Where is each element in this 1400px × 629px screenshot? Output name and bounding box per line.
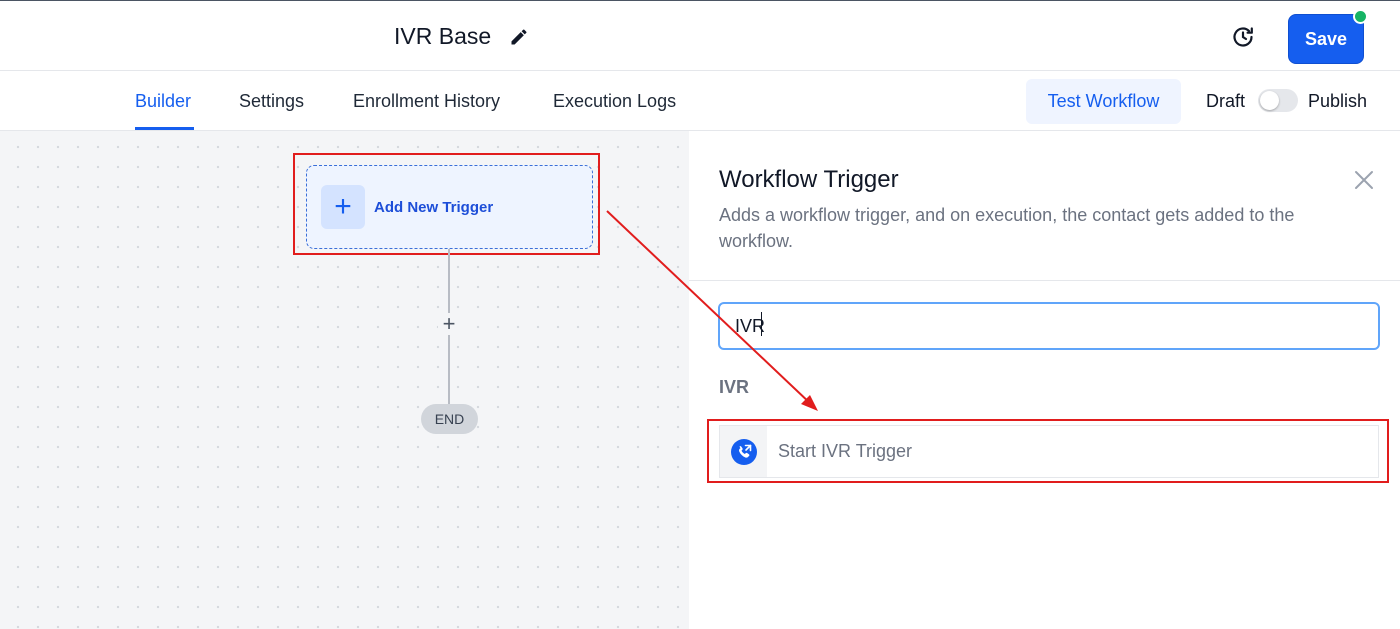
- divider: [689, 280, 1400, 281]
- workflow-title: IVR Base: [394, 23, 492, 49]
- text-cursor: [761, 312, 762, 336]
- tab-enrollment-history[interactable]: Enrollment History: [353, 91, 500, 112]
- top-bar: IVR Base Save: [0, 0, 1400, 71]
- history-icon[interactable]: [1231, 25, 1255, 49]
- panel-description: Adds a workflow trigger, and on executio…: [719, 205, 1295, 251]
- status-dot: [1353, 9, 1368, 24]
- section-label: IVR: [719, 377, 750, 397]
- annotation-highlight-result: [707, 419, 1389, 483]
- publish-label: Publish: [1308, 91, 1368, 111]
- active-tab-indicator: [135, 127, 194, 130]
- panel-title: Workflow Trigger: [719, 166, 899, 193]
- tab-settings[interactable]: Settings: [239, 91, 304, 112]
- connector-line: [448, 335, 450, 404]
- save-button[interactable]: Save: [1288, 14, 1364, 64]
- draft-label: Draft: [1206, 91, 1246, 111]
- annotation-highlight-trigger: [293, 153, 600, 255]
- trigger-panel: Workflow Trigger Adds a workflow trigger…: [689, 131, 1400, 629]
- end-node: END: [421, 404, 478, 434]
- publish-toggle[interactable]: [1258, 89, 1298, 112]
- trigger-search-input[interactable]: [718, 302, 1380, 350]
- toggle-knob: [1260, 91, 1279, 110]
- tab-bar: Builder Settings Enrollment History Exec…: [0, 71, 1400, 131]
- tab-execution-logs[interactable]: Execution Logs: [553, 91, 676, 112]
- add-step-button[interactable]: +: [438, 313, 460, 335]
- tab-builder[interactable]: Builder: [135, 91, 191, 112]
- workflow-canvas[interactable]: + Add New Trigger + END: [0, 131, 689, 629]
- pencil-icon[interactable]: [509, 27, 529, 47]
- close-icon[interactable]: [1353, 169, 1375, 191]
- connector-line: [448, 249, 450, 313]
- test-workflow-button[interactable]: Test Workflow: [1026, 79, 1181, 124]
